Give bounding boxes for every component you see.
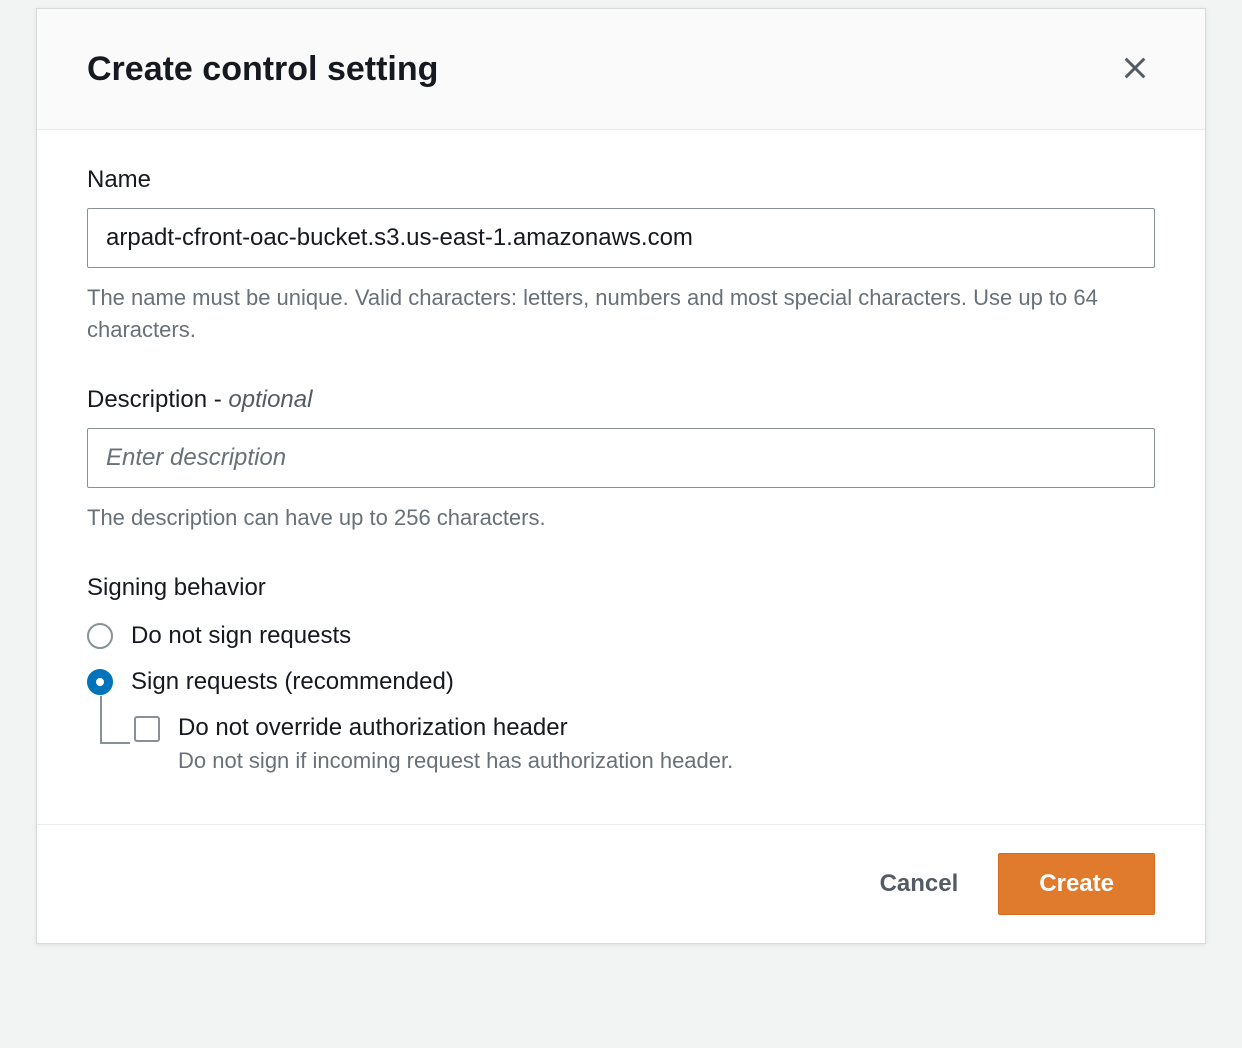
- modal-title: Create control setting: [87, 50, 438, 89]
- radio-icon-selected: [87, 669, 113, 695]
- radio-sign-requests-label: Sign requests (recommended): [131, 668, 454, 696]
- name-input[interactable]: [87, 208, 1155, 268]
- name-help-text: The name must be unique. Valid character…: [87, 282, 1155, 346]
- modal-header: Create control setting: [37, 9, 1205, 130]
- override-checkbox-row[interactable]: Do not override authorization header Do …: [134, 714, 1155, 774]
- create-control-setting-modal: Create control setting Name The name mus…: [36, 8, 1206, 944]
- name-field-group: Name The name must be unique. Valid char…: [87, 166, 1155, 346]
- override-content: Do not override authorization header Do …: [178, 714, 733, 774]
- optional-tag: optional: [228, 386, 312, 413]
- description-label: Description - optional: [87, 386, 1155, 414]
- close-button[interactable]: [1115, 49, 1155, 89]
- modal-body: Name The name must be unique. Valid char…: [37, 130, 1205, 824]
- modal-footer: Cancel Create: [37, 824, 1205, 943]
- signing-behavior-group: Signing behavior Do not sign requests Si…: [87, 574, 1155, 774]
- name-label: Name: [87, 166, 1155, 194]
- radio-do-not-sign-label: Do not sign requests: [131, 622, 351, 650]
- description-input[interactable]: [87, 428, 1155, 488]
- override-nested-block: Do not override authorization header Do …: [100, 714, 1155, 774]
- override-label: Do not override authorization header: [178, 714, 733, 742]
- radio-icon: [87, 623, 113, 649]
- radio-sign-requests[interactable]: Sign requests (recommended): [87, 668, 1155, 696]
- description-label-text: Description -: [87, 386, 228, 413]
- close-icon: [1121, 54, 1149, 85]
- tree-connector-icon: [100, 696, 130, 744]
- description-field-group: Description - optional The description c…: [87, 386, 1155, 534]
- create-button[interactable]: Create: [998, 853, 1155, 915]
- description-help-text: The description can have up to 256 chara…: [87, 502, 1155, 534]
- cancel-button[interactable]: Cancel: [872, 858, 967, 910]
- checkbox-icon: [134, 716, 160, 742]
- signing-behavior-label: Signing behavior: [87, 574, 1155, 602]
- radio-do-not-sign[interactable]: Do not sign requests: [87, 622, 1155, 650]
- override-help-text: Do not sign if incoming request has auth…: [178, 748, 733, 774]
